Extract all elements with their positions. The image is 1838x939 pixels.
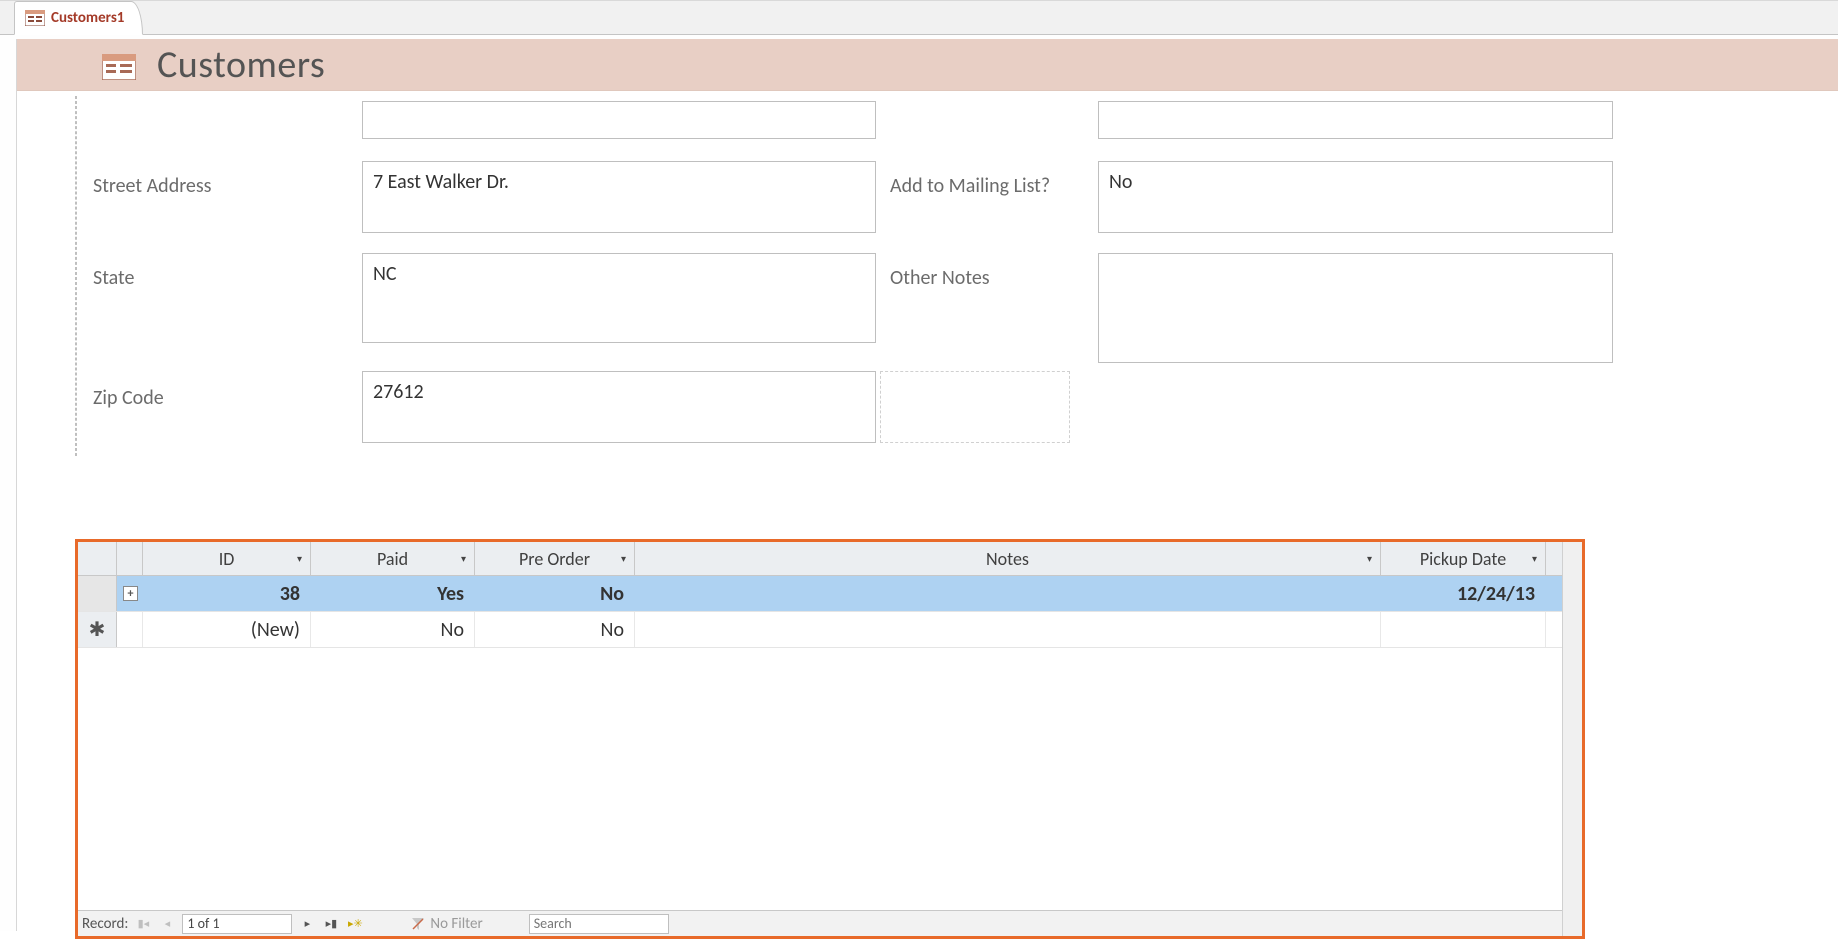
field-zip[interactable]: 27612 (362, 371, 876, 443)
dropdown-icon[interactable]: ▾ (461, 552, 466, 565)
window: Customers1 Customers Street Address 7 Ea… (0, 0, 1838, 931)
field-street-address[interactable]: 7 East Walker Dr. (362, 161, 876, 233)
cell-id[interactable]: (New) (143, 612, 311, 647)
col-notes[interactable]: Notes▾ (635, 542, 1381, 575)
expand-cell[interactable] (117, 612, 143, 647)
cell-pickup[interactable] (1381, 612, 1546, 647)
table-row[interactable]: +38YesNo 12/24/13 (78, 576, 1562, 612)
col-paid[interactable]: Paid▾ (311, 542, 475, 575)
no-filter[interactable]: No Filter (410, 915, 482, 933)
dropdown-icon[interactable]: ▾ (1367, 552, 1372, 565)
tab-label: Customers1 (51, 9, 124, 27)
cell-paid[interactable]: Yes (311, 576, 475, 611)
col-id[interactable]: ID▾ (143, 542, 311, 575)
record-label: Record: (82, 915, 128, 933)
form-title-icon (102, 54, 130, 76)
form-area: Customers Street Address 7 East Walker D… (16, 39, 1838, 931)
field-notes[interactable] (1098, 253, 1613, 363)
label-street-address: Street Address (93, 174, 212, 198)
expand-icon[interactable]: + (123, 586, 138, 601)
title-bar: Customers (17, 39, 1838, 91)
cell-notes[interactable] (635, 612, 1381, 647)
label-zip: Zip Code (93, 386, 164, 410)
expand-header[interactable] (117, 542, 143, 575)
cell-pickup[interactable]: 12/24/13 (1381, 576, 1546, 611)
cell-preorder[interactable]: No (475, 612, 635, 647)
form-body: Street Address 7 East Walker Dr. State N… (17, 91, 1838, 101)
nav-next-icon[interactable]: ▸ (298, 915, 316, 933)
subform-nav: Record: ▮◂ ◂ ▸ ▸▮ ▸✳ No Filter (78, 910, 1562, 936)
label-state: State (93, 266, 134, 290)
dashed-placeholder (880, 371, 1070, 443)
tab-strip: Customers1 (0, 1, 1838, 35)
tab-customers1[interactable]: Customers1 (14, 1, 143, 35)
dropdown-icon[interactable]: ▾ (1532, 552, 1537, 565)
row-selector[interactable] (78, 576, 117, 611)
vertical-scrollbar[interactable] (1562, 542, 1582, 936)
form-icon (25, 10, 45, 26)
field-mailing[interactable]: No (1098, 161, 1613, 233)
row-selector[interactable]: ✱ (78, 612, 117, 647)
table-row[interactable]: ✱(New)NoNo (78, 612, 1562, 648)
rowselector-header[interactable] (78, 542, 117, 575)
expand-cell[interactable]: + (117, 576, 143, 611)
subform-highlight: ID▾ Paid▾ Pre Order▾ Notes▾ Pickup Date▾… (75, 539, 1585, 939)
nav-new-icon[interactable]: ▸✳ (346, 915, 364, 933)
nav-last-icon[interactable]: ▸▮ (322, 915, 340, 933)
field-state[interactable]: NC (362, 253, 876, 343)
label-mailing: Add to Mailing List? (890, 174, 1050, 198)
filter-icon (410, 916, 426, 932)
cell-preorder[interactable]: No (475, 576, 635, 611)
nav-first-icon[interactable]: ▮◂ (134, 915, 152, 933)
subform-rows: +38YesNo12/24/13✱(New)NoNo (78, 576, 1562, 648)
col-pickup[interactable]: Pickup Date▾ (1381, 542, 1546, 575)
subform: ID▾ Paid▾ Pre Order▾ Notes▾ Pickup Date▾… (78, 542, 1582, 936)
cell-paid[interactable]: No (311, 612, 475, 647)
subform-header: ID▾ Paid▾ Pre Order▾ Notes▾ Pickup Date▾ (78, 542, 1562, 576)
label-notes: Other Notes (890, 266, 990, 290)
cell-notes[interactable] (635, 576, 1381, 611)
page-title: Customers (157, 42, 325, 88)
dropdown-icon[interactable]: ▾ (621, 552, 626, 565)
cell-id[interactable]: 38 (143, 576, 311, 611)
field-unknown-right[interactable] (1098, 101, 1613, 139)
field-unknown-left[interactable] (362, 101, 876, 139)
nav-prev-icon[interactable]: ◂ (158, 915, 176, 933)
col-preorder[interactable]: Pre Order▾ (475, 542, 635, 575)
dropdown-icon[interactable]: ▾ (297, 552, 302, 565)
